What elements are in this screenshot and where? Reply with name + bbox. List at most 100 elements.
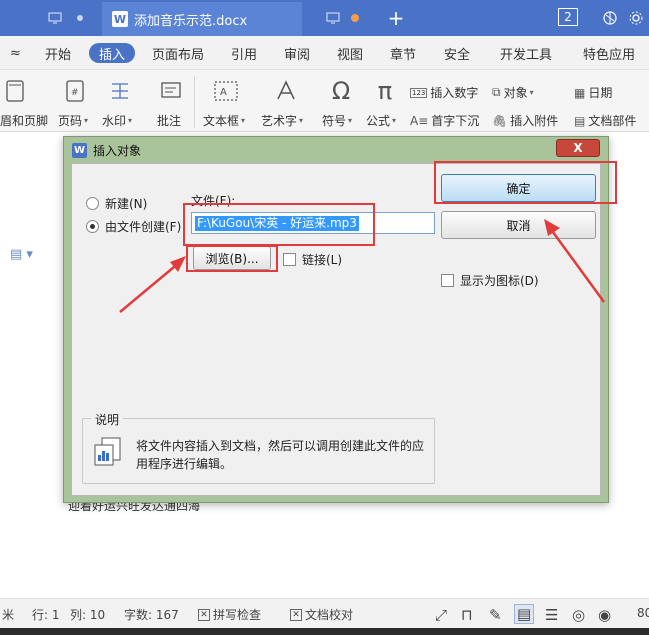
new-tab-button[interactable]: + xyxy=(383,0,409,36)
comment-icon[interactable] xyxy=(158,78,184,104)
doc-part-button[interactable]: ▤ 文档部件 xyxy=(574,112,636,129)
radio-new-label: 新建(N) xyxy=(105,197,148,211)
drop-cap-label: 首字下沉 xyxy=(431,114,480,128)
document-tab[interactable]: W 添加音乐示范.docx xyxy=(102,2,302,36)
art-text-button[interactable]: 艺术字 ▾ xyxy=(261,112,303,129)
number-icon: 123 xyxy=(410,87,428,98)
comment-button[interactable]: 批注 xyxy=(157,112,181,129)
textbox-label: 文本框 xyxy=(203,114,240,128)
settings-icon[interactable] xyxy=(624,0,648,36)
menu-item-security[interactable]: 安全 xyxy=(444,43,470,63)
header-footer-icon[interactable] xyxy=(4,78,26,104)
radio-new-indicator[interactable] xyxy=(86,197,99,210)
link-checkbox[interactable]: 链接(L) xyxy=(283,251,342,268)
date-button[interactable]: ▦ 日期 xyxy=(574,84,612,101)
pen-icon[interactable]: ✎ xyxy=(489,606,502,624)
read-mode-icon[interactable]: ⊓ xyxy=(461,606,473,624)
radio-from-file-indicator[interactable] xyxy=(86,220,99,233)
radio-new[interactable]: 新建(N) xyxy=(86,195,147,212)
pi-icon[interactable]: π xyxy=(372,77,398,105)
close-button[interactable]: X xyxy=(556,139,600,157)
ribbon-divider xyxy=(194,76,195,128)
paperclip-icon: 🖇 xyxy=(492,113,508,128)
fullscreen-icon[interactable]: ⤢ xyxy=(435,606,447,624)
outline-view-icon[interactable]: ☰ xyxy=(545,606,558,624)
monitor-icon[interactable] xyxy=(318,0,348,36)
object-file-icon xyxy=(94,437,121,466)
status-bar: 米 行: 1 列: 10 字数: 167 ✕ 拼写检查 ✕ 文档校对 ⤢ ⊓ ✎ ▤… xyxy=(0,598,649,628)
tab-status-dot xyxy=(72,0,88,36)
spell-check-icon: ✕ xyxy=(198,608,210,621)
spell-check-button[interactable]: ✕ 拼写检查 xyxy=(198,606,261,623)
insert-number-button[interactable]: 123 插入数字 xyxy=(410,84,478,101)
menu-bar: ≈ 开始 插入 页面布局 引用 审阅 视图 章节 安全 开发工具 特色应用 xyxy=(0,36,649,70)
menu-toggle-icon[interactable]: ≈ xyxy=(10,43,21,63)
radio-from-file[interactable]: 由文件创建(F) xyxy=(86,218,181,235)
textbox-button[interactable]: 文本框 ▾ xyxy=(203,112,245,129)
menu-item-developer[interactable]: 开发工具 xyxy=(500,43,552,63)
dialog-title-bar[interactable]: W 插入对象 xyxy=(64,137,608,163)
show-as-icon-box[interactable] xyxy=(441,274,454,287)
zoom-level[interactable]: 80 xyxy=(637,606,649,620)
header-footer-button[interactable]: 眉和页脚 xyxy=(0,112,48,129)
symbol-label: 符号 xyxy=(322,114,347,128)
page-view-icon[interactable]: ▤ xyxy=(514,604,535,624)
object-button[interactable]: ⧉ 对象 ▾ xyxy=(492,84,534,101)
menu-item-references[interactable]: 引用 xyxy=(231,43,257,63)
page-number-button[interactable]: 页码 ▾ xyxy=(58,112,88,129)
cancel-button[interactable]: 取消 xyxy=(441,211,596,239)
watermark-label: 水印 xyxy=(102,114,127,128)
page-number-icon[interactable]: # xyxy=(64,78,86,104)
object-label: 对象 xyxy=(503,86,528,100)
row-indicator: 行: 1 xyxy=(32,608,60,622)
wps-logo-icon: W xyxy=(112,11,128,27)
art-text-label: 艺术字 xyxy=(261,114,298,128)
menu-item-view[interactable]: 视图 xyxy=(337,43,363,63)
window-count-badge[interactable]: 2 xyxy=(558,8,578,26)
paragraph-marker-icon[interactable]: ▤ ▾ xyxy=(10,247,33,262)
eye-protect-icon[interactable]: ◉ xyxy=(598,606,611,624)
doc-check-icon: ✕ xyxy=(290,608,302,621)
menu-item-home[interactable]: 开始 xyxy=(45,43,71,63)
show-as-icon-checkbox[interactable]: 显示为图标(D) xyxy=(441,272,539,289)
textbox-icon[interactable]: A xyxy=(212,78,240,104)
comment-label: 批注 xyxy=(157,114,182,128)
show-as-icon-label: 显示为图标(D) xyxy=(460,274,539,288)
formula-button[interactable]: 公式 ▾ xyxy=(366,112,396,129)
spell-check-label: 拼写检查 xyxy=(213,608,262,622)
header-footer-label: 眉和页脚 xyxy=(0,114,49,128)
web-view-icon[interactable]: ◎ xyxy=(572,606,585,624)
symbol-button[interactable]: 符号 ▾ xyxy=(322,112,352,129)
menu-item-review[interactable]: 审阅 xyxy=(284,43,310,63)
doc-part-icon: ▤ xyxy=(574,113,586,128)
dialog-title: 插入对象 xyxy=(93,143,142,158)
title-bar: W 添加音乐示范.docx + 2 xyxy=(0,0,649,36)
annotation-browse-box xyxy=(186,245,278,272)
omega-icon[interactable]: Ω xyxy=(328,77,354,105)
wps-logo-icon: W xyxy=(72,142,87,158)
menu-item-chapter[interactable]: 章节 xyxy=(390,43,416,63)
unsaved-dot xyxy=(348,0,362,36)
svg-text:#: # xyxy=(71,88,79,98)
insert-number-label: 插入数字 xyxy=(430,86,479,100)
drop-cap-icon: A≡ xyxy=(410,113,429,128)
word-count[interactable]: 字数: 167 xyxy=(124,606,179,623)
calendar-icon: ▦ xyxy=(574,85,586,100)
description-title: 说明 xyxy=(91,411,124,428)
watermark-icon[interactable] xyxy=(107,78,133,104)
menu-item-insert[interactable]: 插入 xyxy=(89,43,136,63)
art-text-icon[interactable] xyxy=(272,78,300,104)
link-checkbox-box[interactable] xyxy=(283,253,296,266)
drop-cap-button[interactable]: A≡ 首字下沉 xyxy=(410,112,479,129)
menu-item-special[interactable]: 特色应用 xyxy=(583,43,635,63)
svg-text:A: A xyxy=(220,87,227,98)
watermark-button[interactable]: 水印 ▾ xyxy=(102,112,132,129)
doc-check-button[interactable]: ✕ 文档校对 xyxy=(290,606,353,623)
document-title: 添加音乐示范.docx xyxy=(134,13,248,29)
monitor-icon[interactable] xyxy=(40,0,70,36)
menu-item-page-layout[interactable]: 页面布局 xyxy=(152,43,204,63)
page-number-label: 页码 xyxy=(58,114,83,128)
description-text: 将文件内容插入到文档，然后可以调用创建此文件的应用程序进行编辑。 xyxy=(136,439,425,471)
attach-button[interactable]: 🖇 插入附件 xyxy=(492,112,558,129)
skin-icon[interactable] xyxy=(598,0,622,36)
